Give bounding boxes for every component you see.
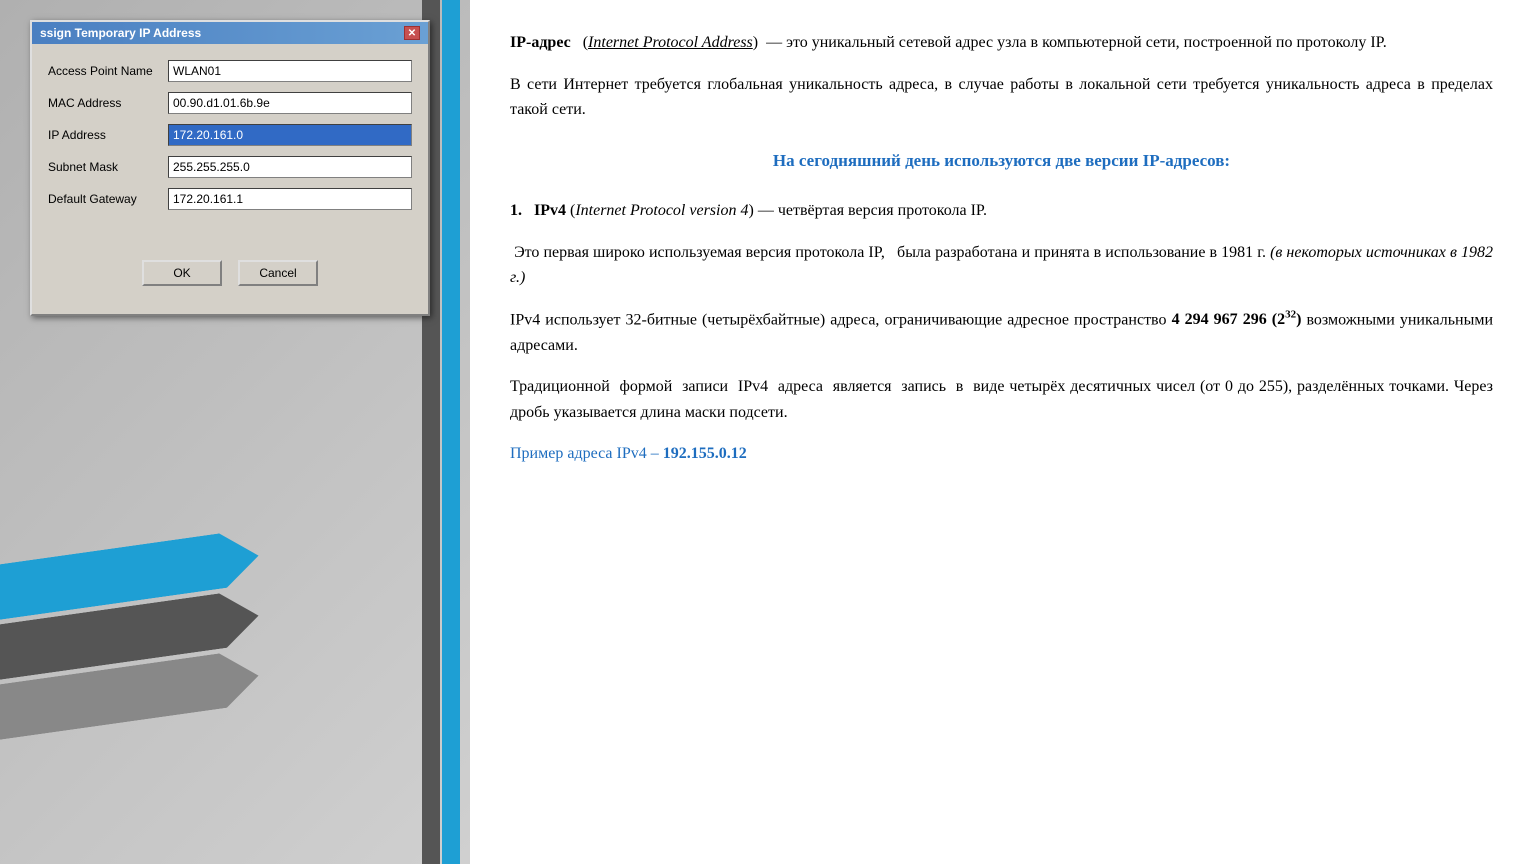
ipv4-section: 1. IPv4 (Internet Protocol version 4) — …	[510, 198, 1493, 467]
dialog-titlebar: ssign Temporary IP Address ✕	[32, 22, 428, 44]
dialog-title: ssign Temporary IP Address	[40, 26, 201, 40]
chevron-decoration	[0, 504, 280, 804]
input-default-gateway[interactable]	[168, 188, 412, 210]
left-panel: ssign Temporary IP Address ✕ Access Poin…	[0, 0, 470, 864]
input-ip-address[interactable]	[168, 124, 412, 146]
ipv4-number: 1.	[510, 202, 534, 219]
label-access-point-name: Access Point Name	[48, 64, 168, 78]
ipv4-example: Пример адреса IPv4 – 192.155.0.12	[510, 441, 1493, 467]
input-mac-address[interactable]	[168, 92, 412, 114]
ipv4-label: IPv4	[534, 202, 566, 219]
ipv4-full-name: Internet Protocol version 4	[575, 202, 748, 219]
right-panel: IP-адрес (Internet Protocol Address) — э…	[470, 0, 1533, 864]
vertical-stripe-blue	[442, 0, 460, 864]
input-subnet-mask[interactable]	[168, 156, 412, 178]
ok-button[interactable]: OK	[142, 260, 222, 286]
dialog-assign-ip: ssign Temporary IP Address ✕ Access Poin…	[30, 20, 430, 316]
ip-addr-bold-label: IP-адрес	[510, 34, 571, 51]
dialog-row-subnet: Subnet Mask	[48, 156, 412, 178]
heading-versions: На сегодняшний день используются две вер…	[510, 147, 1493, 174]
paragraph-2: В сети Интернет требуется глобальная уни…	[510, 72, 1493, 123]
input-access-point-name[interactable]	[168, 60, 412, 82]
ipv4-address-count: 4 294 967 296 (232)	[1172, 311, 1302, 328]
ipv4-para1: Это первая широко используемая версия пр…	[510, 240, 1493, 291]
example-address: 192.155.0.12	[663, 445, 747, 462]
dialog-close-button[interactable]: ✕	[404, 26, 420, 40]
ip-addr-full-name: Internet Protocol Address	[588, 34, 753, 51]
cancel-button[interactable]: Cancel	[238, 260, 318, 286]
dialog-body: Access Point Name MAC Address IP Address…	[32, 44, 428, 314]
label-ip-address: IP Address	[48, 128, 168, 142]
label-mac-address: MAC Address	[48, 96, 168, 110]
dialog-row-access-point: Access Point Name	[48, 60, 412, 82]
ipv4-para2: IPv4 использует 32-битные (четырёхбайтны…	[510, 307, 1493, 359]
dialog-row-ip: IP Address	[48, 124, 412, 146]
dialog-row-mac: MAC Address	[48, 92, 412, 114]
dialog-buttons: OK Cancel	[48, 260, 412, 302]
paragraph-1: IP-адрес (Internet Protocol Address) — э…	[510, 30, 1493, 56]
label-default-gateway: Default Gateway	[48, 192, 168, 206]
ipv4-heading-line: 1. IPv4 (Internet Protocol version 4) — …	[510, 198, 1493, 224]
ipv4-para3: Традиционной формой записи IPv4 адреса я…	[510, 374, 1493, 425]
ipv4-exponent: 32	[1285, 309, 1296, 321]
label-subnet-mask: Subnet Mask	[48, 160, 168, 174]
example-prefix: Пример адреса IPv4 –	[510, 445, 663, 462]
dialog-row-gateway: Default Gateway	[48, 188, 412, 210]
ipv4-year-note: (в некоторых источниках в 1982 г.)	[510, 244, 1493, 287]
content-area: IP-адрес (Internet Protocol Address) — э…	[510, 30, 1493, 467]
